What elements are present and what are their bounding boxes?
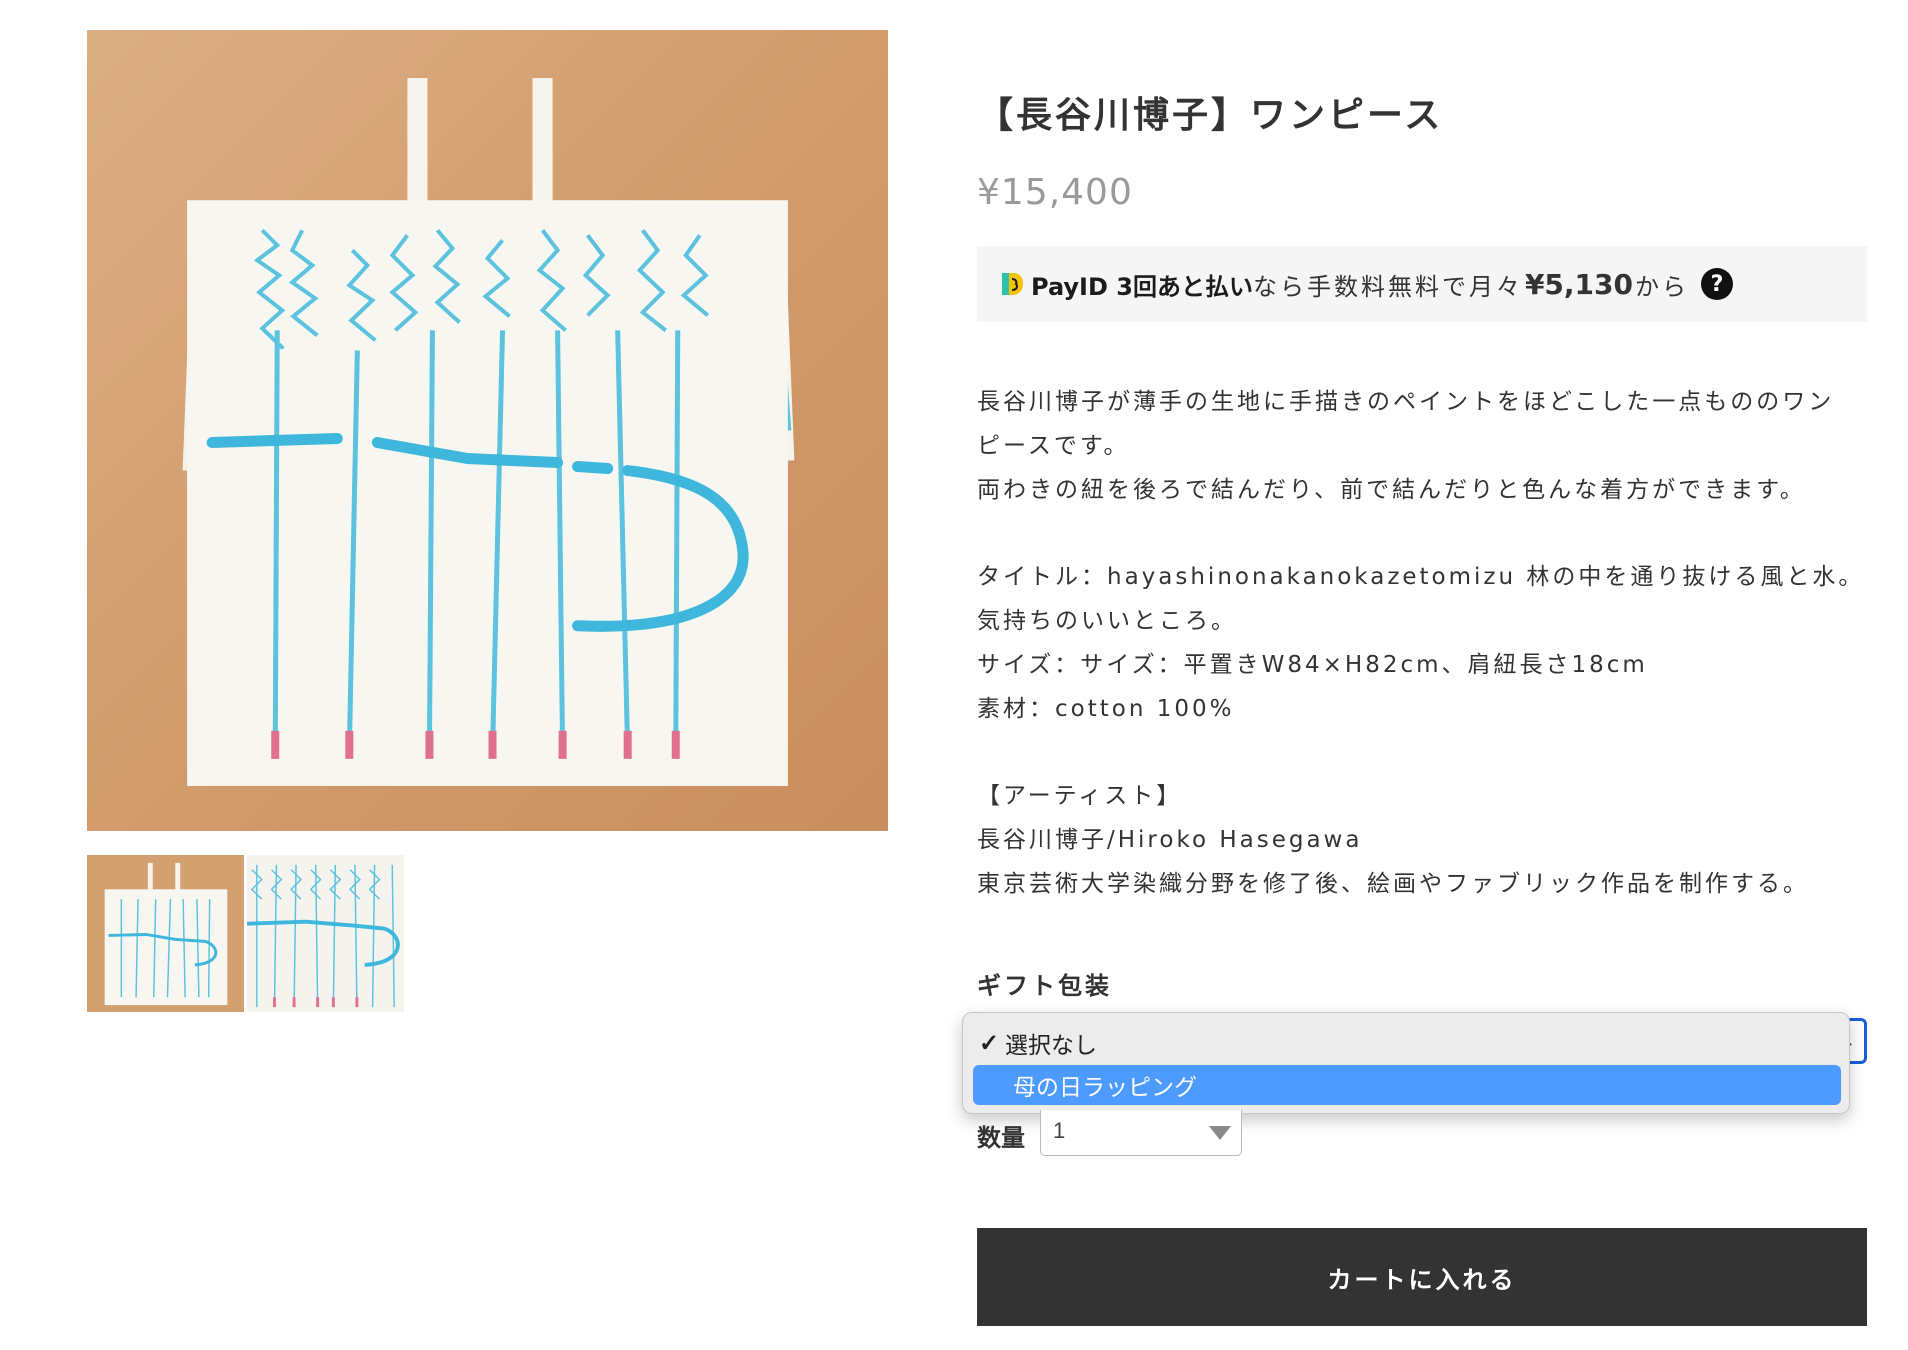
product-title: 【長谷川博子】ワンピース: [977, 95, 1444, 136]
product-price: ¥15,400: [977, 172, 1133, 213]
payid-monthly-amount: ¥5,130: [1524, 267, 1634, 301]
add-to-cart-button[interactable]: カートに入れる: [977, 1228, 1867, 1326]
quantity-select[interactable]: 1: [1040, 1110, 1242, 1156]
description-line: 素材：cotton 100%: [977, 696, 1235, 722]
gift-option-label: 選択なし: [1005, 1032, 1097, 1058]
gift-option-none[interactable]: ✓ 選択なし: [973, 1023, 1841, 1063]
payid-banner[interactable]: PayID 3回あと払い なら手数料無料で月々 ¥5,130 から ?: [977, 246, 1867, 322]
description-line: 【アーティスト】: [977, 783, 1183, 809]
payid-brand: PayID 3回あと払い: [1031, 272, 1253, 301]
description-line: 気持ちのいいところ。: [977, 608, 1237, 634]
gift-option-label: 母の日ラッピング: [1013, 1074, 1197, 1100]
description-line: ピースです。: [977, 433, 1130, 459]
gift-wrap-dropdown-menu[interactable]: ✓ 選択なし 母の日ラッピング: [962, 1012, 1850, 1114]
description-line: 両わきの紐を後ろで結んだり、前で結んだりと色んな着方ができます。: [977, 477, 1806, 503]
thumbnail-2[interactable]: [247, 855, 404, 1012]
gift-wrap-label: ギフト包装: [977, 972, 1112, 1000]
description-line: サイズ：サイズ：平置きW84×H82cm、肩紐長さ18cm: [977, 652, 1648, 678]
main-product-image: [87, 30, 888, 831]
payid-logo-icon: [1002, 273, 1023, 295]
checkmark-icon: ✓: [978, 1029, 1000, 1057]
dropdown-arrow-icon: [1209, 1126, 1231, 1140]
product-description: 長谷川博子が薄手の生地に手描きのペイントをほどこした一点もののワン ピースです。…: [977, 380, 1867, 906]
description-line: 東京芸術大学染織分野を修了後、絵画やファブリック作品を制作する。: [977, 871, 1809, 897]
thumbnail-1[interactable]: [87, 855, 244, 1012]
payid-text-before: なら手数料無料で月々: [1252, 272, 1523, 301]
description-line: タイトル：hayashinonakanokazetomizu 林の中を通り抜ける…: [977, 564, 1865, 590]
help-icon[interactable]: ?: [1701, 268, 1734, 300]
description-line: 長谷川博子が薄手の生地に手描きのペイントをほどこした一点もののワン: [977, 389, 1835, 415]
payid-text-after: から: [1635, 272, 1690, 301]
gift-option-mothers-day[interactable]: 母の日ラッピング: [973, 1065, 1841, 1105]
quantity-label: 数量: [977, 1124, 1025, 1152]
quantity-value: 1: [1053, 1118, 1066, 1143]
description-line: 長谷川博子/Hiroko Hasegawa: [977, 827, 1363, 853]
